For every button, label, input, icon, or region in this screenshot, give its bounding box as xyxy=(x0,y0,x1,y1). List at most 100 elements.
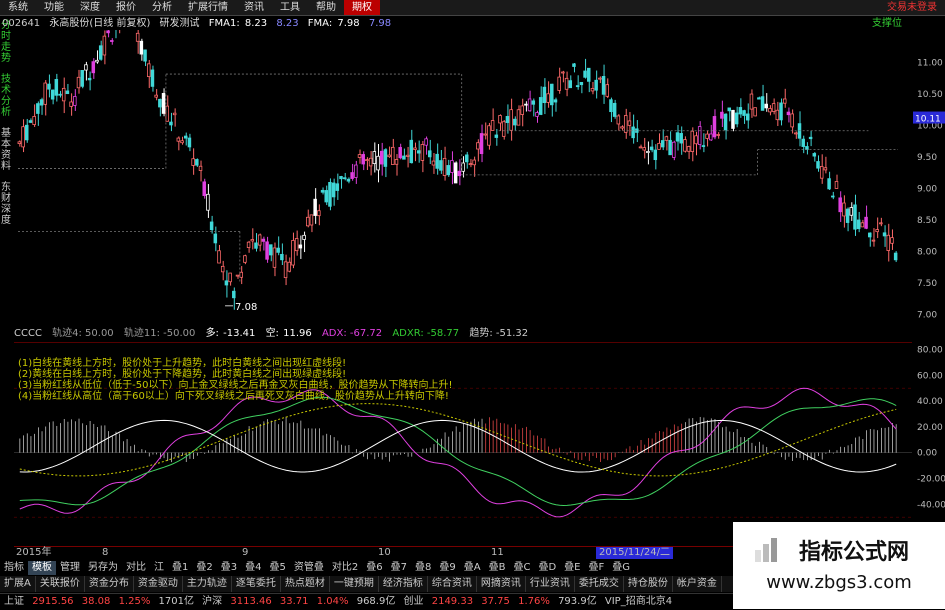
candle-body xyxy=(542,86,547,104)
ticker-vip[interactable]: VIP_招商北京4 xyxy=(605,596,672,607)
candle-body xyxy=(683,139,687,152)
bottom-tab-23[interactable]: 叠G xyxy=(608,561,634,575)
function-button-6[interactable]: 热点题材 xyxy=(281,576,330,592)
candle-body xyxy=(701,145,706,147)
bottom-tab-20[interactable]: 叠D xyxy=(534,561,560,575)
bottom-tab-3[interactable]: 另存为 xyxy=(84,561,122,575)
function-button-9[interactable]: 综合资讯 xyxy=(428,576,477,592)
menu-item-0[interactable]: 系统 xyxy=(0,0,36,15)
candle-body xyxy=(135,32,140,42)
menu-item-1[interactable]: 功能 xyxy=(36,0,72,15)
function-button-0[interactable]: 扩展A xyxy=(0,576,36,592)
bottom-tab-18[interactable]: 叠B xyxy=(485,561,510,575)
candle-body xyxy=(590,88,595,92)
side-tab-1[interactable]: 技术分析 xyxy=(1,74,13,118)
candle-body xyxy=(387,154,391,158)
menu-item-8[interactable]: 帮助 xyxy=(308,0,344,15)
ind-kong-label: 空: xyxy=(265,328,279,339)
candle-body xyxy=(524,103,528,106)
candle-body xyxy=(32,116,36,125)
function-button-2[interactable]: 资金分布 xyxy=(85,576,134,592)
bottom-tab-4[interactable]: 对比 xyxy=(122,561,150,575)
bottom-tab-11[interactable]: 资管叠 xyxy=(290,561,328,575)
candle-body xyxy=(354,164,358,178)
date-label-9: 9 xyxy=(242,547,249,558)
side-tab-3[interactable]: 东财深度 xyxy=(1,182,13,226)
candle-body xyxy=(879,222,883,225)
function-button-1[interactable]: 关联报价 xyxy=(36,576,85,592)
menu-item-4[interactable]: 分析 xyxy=(144,0,180,15)
function-button-4[interactable]: 主力轨迹 xyxy=(183,576,232,592)
candlestick-chart[interactable]: 12.527.08 xyxy=(14,30,912,326)
menu-item-5[interactable]: 扩展行情 xyxy=(180,0,236,15)
candle-body xyxy=(657,142,661,150)
candle-body xyxy=(435,153,439,169)
login-status[interactable]: 交易未登录 xyxy=(887,0,937,15)
candle-body xyxy=(409,139,414,164)
bottom-tab-7[interactable]: 叠2 xyxy=(192,561,216,575)
bottom-tab-16[interactable]: 叠9 xyxy=(435,561,459,575)
candle-body xyxy=(598,77,602,80)
white-line xyxy=(19,419,897,473)
bottom-tab-9[interactable]: 叠4 xyxy=(241,561,265,575)
function-button-5[interactable]: 逐笔委托 xyxy=(232,576,281,592)
menu-item-3[interactable]: 报价 xyxy=(108,0,144,15)
bottom-tab-5[interactable]: 江 xyxy=(150,561,168,575)
candle-body xyxy=(727,107,732,112)
candle-body xyxy=(65,90,70,95)
candle-body xyxy=(564,77,569,90)
menu-item-2[interactable]: 深度 xyxy=(72,0,108,15)
menu-item-7[interactable]: 工具 xyxy=(272,0,308,15)
bottom-tab-0[interactable]: 指标 xyxy=(0,561,28,575)
function-button-10[interactable]: 网摘资讯 xyxy=(477,576,526,592)
candle-body xyxy=(649,146,654,151)
candle-body xyxy=(165,105,169,122)
function-button-11[interactable]: 行业资讯 xyxy=(526,576,575,592)
side-tabs: 分时走势 技术分析 基本资料 东财深度 xyxy=(0,16,14,546)
menu-item-6[interactable]: 资讯 xyxy=(236,0,272,15)
bottom-tab-6[interactable]: 叠1 xyxy=(168,561,192,575)
bottom-tab-2[interactable]: 管理 xyxy=(56,561,84,575)
candle-body xyxy=(864,216,868,229)
candle-body xyxy=(734,112,739,125)
bottom-tab-19[interactable]: 叠C xyxy=(509,561,534,575)
candle-body xyxy=(572,63,576,67)
candle-body xyxy=(461,162,465,172)
side-tab-2[interactable]: 基本资料 xyxy=(1,128,13,172)
menu-item-9[interactable]: 期权 xyxy=(344,0,380,15)
candle-body xyxy=(276,247,280,253)
bottom-tab-15[interactable]: 叠8 xyxy=(411,561,435,575)
bottom-tab-10[interactable]: 叠5 xyxy=(266,561,290,575)
function-button-7[interactable]: 一键预期 xyxy=(330,576,379,592)
bottom-tab-12[interactable]: 对比2 xyxy=(328,561,362,575)
candle-body xyxy=(169,121,173,126)
bottom-tab-22[interactable]: 叠F xyxy=(584,561,608,575)
candle-body xyxy=(672,141,676,158)
bottom-tab-13[interactable]: 叠6 xyxy=(362,561,386,575)
bottom-tab-8[interactable]: 叠3 xyxy=(217,561,241,575)
candle-body xyxy=(457,170,462,177)
watermark-title: 指标公式网 xyxy=(798,540,909,565)
candle-body xyxy=(653,149,658,161)
candle-body xyxy=(720,111,724,119)
function-button-3[interactable]: 资金驱动 xyxy=(134,576,183,592)
candle-body xyxy=(294,238,299,252)
function-button-13[interactable]: 持仓股份 xyxy=(624,576,673,592)
function-button-12[interactable]: 委托成交 xyxy=(575,576,624,592)
function-button-8[interactable]: 经济指标 xyxy=(379,576,428,592)
function-button-14[interactable]: 帐户资金 xyxy=(673,576,722,592)
candle-body xyxy=(335,183,340,191)
date-label-10: 10 xyxy=(378,547,391,558)
candle-body xyxy=(646,151,650,154)
candle-body xyxy=(849,207,854,216)
candle-body xyxy=(620,126,624,129)
bottom-tab-21[interactable]: 叠E xyxy=(560,561,584,575)
bottom-tab-14[interactable]: 叠7 xyxy=(387,561,411,575)
candle-body xyxy=(779,102,783,121)
candle-body xyxy=(224,280,229,286)
bottom-tab-17[interactable]: 叠A xyxy=(460,561,485,575)
candle-body xyxy=(339,176,343,180)
bottom-tab-1[interactable]: 模板 xyxy=(28,561,56,575)
price-tick-label: 8.00 xyxy=(917,247,937,257)
candle-body xyxy=(291,240,295,266)
